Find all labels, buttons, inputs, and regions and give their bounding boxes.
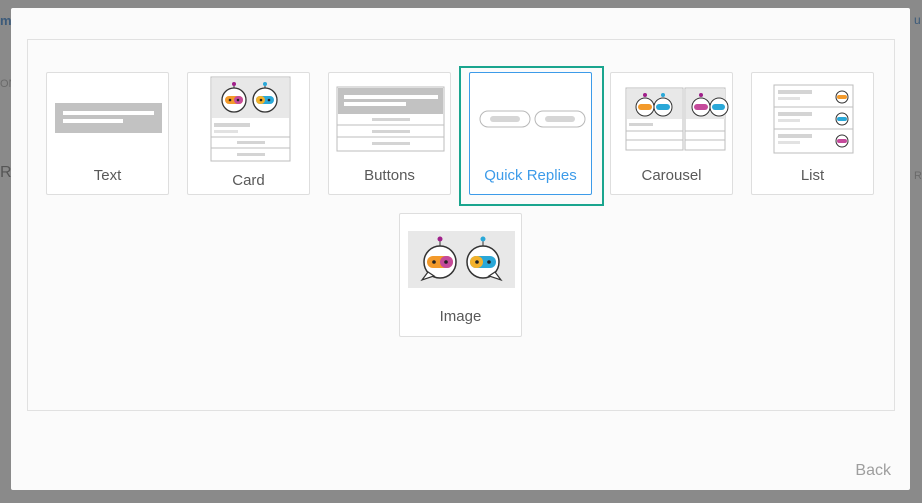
text-template-icon [55, 103, 162, 133]
template-tile-quick-replies-label: Quick Replies [484, 167, 577, 184]
template-tile-card-label: Card [232, 172, 265, 189]
image-template-icon [408, 231, 515, 288]
template-tile-carousel[interactable]: Carousel [610, 72, 733, 195]
template-tile-list-label: List [800, 167, 825, 184]
background-fragment-left-2: R [0, 164, 12, 181]
template-tile-carousel-label: Carousel [641, 167, 702, 184]
template-tile-image-label: Image [439, 308, 482, 325]
back-button[interactable]: Back [855, 462, 891, 480]
background-fragment-right-1: u [914, 13, 921, 27]
template-tile-card[interactable]: Card [187, 72, 310, 195]
template-tile-image[interactable]: Image [399, 213, 522, 337]
list-template-icon [773, 84, 854, 154]
card-template-icon [210, 76, 291, 162]
background-fragment-top-left: m [0, 13, 12, 28]
background-fragment-right-2: RY [914, 170, 922, 182]
buttons-template-icon [336, 86, 445, 152]
carousel-template-icon [625, 87, 729, 151]
template-tile-text-label: Text [93, 167, 122, 184]
template-tile-quick-replies[interactable]: Quick Replies [469, 72, 592, 195]
template-tile-buttons-label: Buttons [364, 167, 415, 184]
template-tile-list[interactable]: List [751, 72, 874, 195]
quick-replies-template-icon [479, 110, 586, 128]
template-tile-text[interactable]: Text [46, 72, 169, 195]
template-tile-buttons[interactable]: Buttons [328, 72, 451, 195]
